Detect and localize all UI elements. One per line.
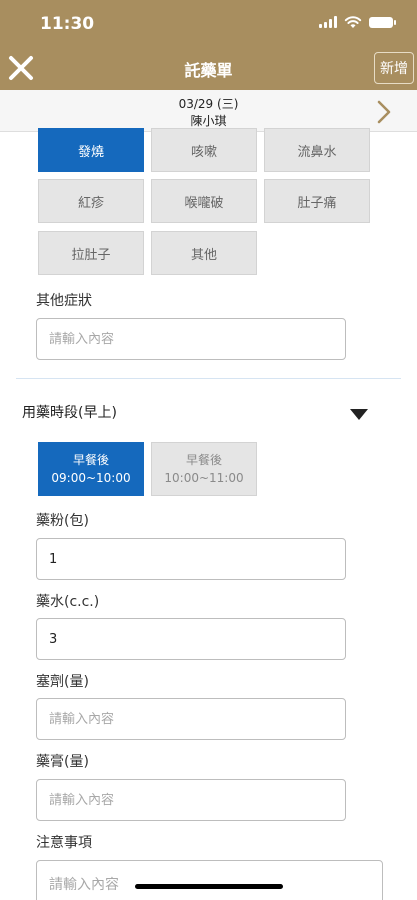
medication-period-title: 用藥時段(早上)	[22, 405, 117, 421]
add-button[interactable]: 新增	[374, 52, 414, 84]
time-option-label: 早餐後	[72, 453, 109, 467]
notes-input[interactable]	[36, 860, 383, 900]
symptom-fever-button[interactable]: 發燒	[38, 128, 144, 172]
suppository-input[interactable]	[36, 698, 346, 740]
home-indicator	[135, 884, 283, 889]
symptom-sore-throat-button[interactable]: 喉嚨破	[151, 179, 257, 223]
suppository-label: 塞劑(量)	[36, 674, 89, 690]
time-option-range: 09:00~10:00	[51, 471, 131, 485]
powder-label: 藥粉(包)	[36, 513, 89, 529]
symptom-cough-button[interactable]: 咳嗽	[151, 128, 257, 172]
time-option-early[interactable]: 早餐後 09:00~10:00	[38, 442, 144, 496]
chevron-right-icon[interactable]	[376, 100, 392, 124]
wifi-icon	[344, 16, 362, 28]
date-text: 03/29 (三)	[178, 97, 239, 111]
other-symptoms-input[interactable]	[36, 318, 346, 360]
notes-label: 注意事項	[36, 835, 92, 851]
battery-icon	[369, 16, 396, 28]
student-name: 陳小琪	[190, 114, 227, 128]
time-option-label: 早餐後	[185, 453, 222, 467]
symptom-diarrhea-button[interactable]: 拉肚子	[38, 231, 144, 275]
symptom-stomachache-button[interactable]: 肚子痛	[264, 179, 370, 223]
section-divider	[16, 378, 401, 379]
symptom-runny-nose-button[interactable]: 流鼻水	[264, 128, 370, 172]
other-symptoms-label: 其他症狀	[36, 293, 92, 309]
time-option-late[interactable]: 早餐後 10:00~11:00	[151, 442, 257, 496]
symptom-other-button[interactable]: 其他	[151, 231, 257, 275]
top-bar: 11:30 託藥單 新增	[0, 0, 417, 90]
status-time: 11:30	[40, 14, 95, 34]
time-option-range: 10:00~11:00	[164, 471, 244, 485]
symptom-rash-button[interactable]: 紅疹	[38, 179, 144, 223]
ointment-label: 藥膏(量)	[36, 754, 89, 770]
syrup-input[interactable]	[36, 618, 346, 660]
page-title: 託藥單	[184, 61, 233, 80]
caret-down-icon[interactable]	[350, 409, 368, 420]
ointment-input[interactable]	[36, 779, 346, 821]
syrup-label: 藥水(c.c.)	[36, 594, 100, 610]
signal-icon	[319, 16, 337, 28]
powder-input[interactable]	[36, 538, 346, 580]
status-icons	[319, 15, 396, 29]
date-bar: 03/29 (三) 陳小琪	[0, 90, 417, 132]
